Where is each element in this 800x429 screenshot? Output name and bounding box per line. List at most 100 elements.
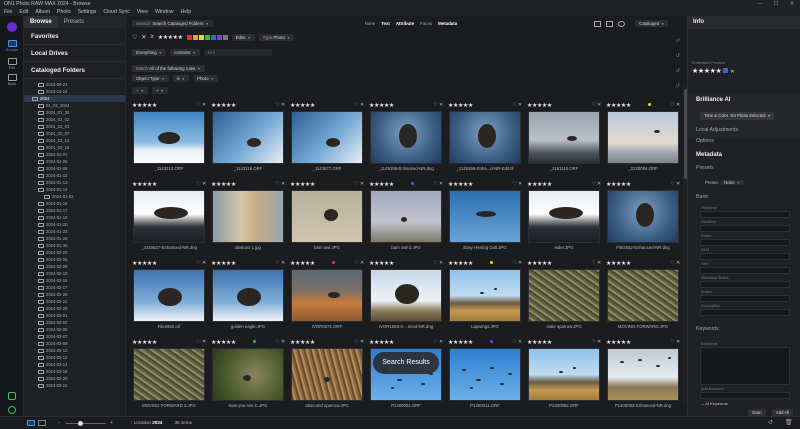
folder-tree-item[interactable]: › 2024-03-14 (24, 361, 125, 368)
folder-tree-item[interactable]: › 2024-03-01 (24, 312, 125, 319)
rating-filter[interactable]: ★★★★★ (158, 34, 183, 41)
edits-filter[interactable]: Edits ▼ (231, 33, 255, 41)
thumbnail-rating[interactable]: ★★★★★ (211, 260, 236, 267)
folder-tree-item[interactable]: › 2024_02_03 (24, 123, 125, 130)
text-scope-select[interactable]: Everything ▼ (132, 48, 167, 56)
folder-tree-item[interactable]: › 2024_02_02 (24, 116, 125, 123)
photo-image[interactable] (449, 111, 521, 164)
photo-thumbnail-cell[interactable]: ★★★★★ ♡ ✕ IVOR0571.ORF (288, 259, 366, 338)
maximize-icon[interactable]: ☐ (768, 0, 784, 8)
like-reject-icons[interactable]: ♡ ✕ (512, 340, 522, 345)
folder-tree-item[interactable]: › 2024-01-15 (24, 200, 125, 207)
photo-thumbnail-cell[interactable]: ★★★★★ ♡ ✕ MOVING FORWARD.JPG (604, 259, 682, 338)
folder-tree-item[interactable]: › 2024-02-28 (24, 305, 125, 312)
folder-tree-item[interactable]: › 2024-03-22 (24, 382, 125, 389)
menu-cloud-sync[interactable]: Cloud Sync (103, 8, 130, 16)
photo-image[interactable] (133, 348, 205, 401)
like-reject-icons[interactable]: ♡ ✕ (354, 182, 364, 187)
like-reject-icons[interactable]: ♡ ✕ (433, 261, 443, 266)
folder-tree-item[interactable]: › 2024-01-17 (24, 207, 125, 214)
photo-image[interactable] (528, 269, 600, 322)
preset-select[interactable]: None ▼ (720, 180, 744, 185)
sync-icon[interactable] (8, 392, 16, 400)
photo-image[interactable] (607, 190, 679, 243)
folder-tree-item[interactable]: › 2024-01-05 (24, 158, 125, 165)
folder-icon[interactable] (606, 20, 614, 27)
folder-tree-item[interactable]: › 2024-01-20 (24, 221, 125, 228)
heart-icon[interactable]: ♡ (132, 34, 137, 41)
folder-tree-item[interactable]: › 2024-03-02 (24, 319, 125, 326)
folder-tree-item[interactable]: › 2024-02-20 (24, 291, 125, 298)
folder-tree-item[interactable]: › 2024-01-28 (24, 235, 125, 242)
menu-album[interactable]: Album (35, 8, 50, 16)
photo-image[interactable] (212, 348, 284, 401)
account-icon[interactable] (8, 406, 16, 414)
thumbnail-rating[interactable]: ★★★★★ (290, 181, 315, 188)
like-reject-icons[interactable]: ♡ ✕ (591, 103, 601, 108)
tone-color-dropdown[interactable]: Tone & Color No Photo Selected ▼ (700, 112, 775, 120)
folder-tree-item[interactable]: › 2024-02-17 (24, 284, 125, 291)
thumbnail-rating[interactable]: ★★★★★ (527, 181, 552, 188)
folder-tree-item[interactable]: › 2024-02-22 (24, 298, 125, 305)
photo-image[interactable] (449, 348, 521, 401)
rule-operator-select[interactable]: is ▼ (172, 75, 190, 82)
folder-tree-item[interactable]: › 2024-03-07 (24, 333, 125, 340)
like-reject-icons[interactable]: ♡ ✕ (433, 340, 443, 345)
match-select[interactable]: Match All of the following rules ▼ (132, 65, 205, 72)
folder-tree-item[interactable]: › 2024-02-06 (24, 256, 125, 263)
photo-thumbnail-cell[interactable]: ★★★★★ ♡ ✕ _1143877.ORF (288, 101, 366, 180)
reset-icon[interactable]: ↺ (676, 79, 680, 94)
like-reject-icons[interactable]: ♡ ✕ (512, 261, 522, 266)
like-reject-icons[interactable]: ♡ ✕ (196, 340, 206, 345)
thumbnail-rating[interactable]: ★★★★★ (606, 339, 631, 346)
close-icon[interactable]: ✕ (784, 0, 800, 8)
thumbnail-rating[interactable]: ★★★★★ (132, 339, 157, 346)
like-reject-icons[interactable]: ♡ ✕ (670, 182, 680, 187)
photo-image[interactable] (212, 111, 284, 164)
photo-thumbnail-cell[interactable]: ★★★★★ ♡ ✕ _2181110.ORF (525, 101, 603, 180)
photo-thumbnail-cell[interactable]: ★★★★★ ♡ ✕ P1300063-Enhanced-NR.dng (604, 338, 682, 416)
like-reject-icons[interactable]: ♡ ✕ (275, 103, 285, 108)
like-reject-icons[interactable]: ♡ ✕ (196, 182, 206, 187)
like-reject-icons[interactable]: ♡ ✕ (354, 340, 364, 345)
folder-tree-item[interactable]: › 2024-01-18 (24, 214, 125, 221)
grid-view-icon[interactable] (27, 420, 35, 426)
search-results-badge[interactable]: Search Results (373, 352, 439, 374)
folder-tree-item[interactable]: › 2024-02-08 (24, 263, 125, 270)
like-reject-icons[interactable]: ♡ ✕ (275, 182, 285, 187)
thumbnail-rating[interactable]: ★★★★★ (369, 339, 394, 346)
section-favorites[interactable]: Favorites (24, 28, 125, 45)
keywords-title[interactable]: Keywords (688, 326, 719, 332)
photo-thumbnail-cell[interactable]: ★★★★★ ♡ ✕ golden eagle.JPG (209, 259, 287, 338)
reset-icon[interactable]: ↺ (676, 34, 680, 49)
metadata-field-input[interactable] (700, 239, 790, 246)
menu-view[interactable]: View (137, 8, 148, 16)
like-reject-icons[interactable]: ♡ ✕ (670, 103, 680, 108)
rating-operator[interactable]: ≥ (150, 34, 153, 40)
local-adjustments-title[interactable]: Local Adjustments (688, 127, 738, 133)
folder-tree-item[interactable]: › 2024-03-12 (24, 354, 125, 361)
options-title[interactable]: Options (688, 138, 714, 144)
folder-tree-item[interactable]: › 2024-01-01 (24, 151, 125, 158)
like-reject-icons[interactable]: ♡ ✕ (591, 340, 601, 345)
metadata-title[interactable]: Metadata (688, 152, 722, 158)
add-rule-button[interactable]: + ▼ (151, 87, 168, 94)
photo-thumbnail-cell[interactable]: ★★★★★ ♡ ✕ P1300062.ORF (525, 338, 603, 416)
delete-icon[interactable]: 🗑 (785, 419, 793, 426)
folder-tree-item[interactable]: ⌄ 2024 (24, 95, 125, 102)
thumbnail-rating[interactable]: ★★★★★ (606, 181, 631, 188)
zoom-out-icon[interactable]: − (58, 420, 61, 426)
thumbnail-rating[interactable]: ★★★★★ (132, 260, 157, 267)
metadata-field-input[interactable] (700, 211, 790, 218)
preview-rating[interactable]: ★★★★★ ✕ (692, 67, 735, 75)
photo-image[interactable] (370, 269, 442, 322)
thumbnail-rating[interactable]: ★★★★★ (211, 181, 236, 188)
folder-tree-item[interactable]: › 2024-01-23 (24, 228, 125, 235)
folder-tree-item[interactable]: › 2024-01-02 (24, 193, 125, 200)
photo-image[interactable] (291, 190, 363, 243)
photo-thumbnail-cell[interactable]: ★★★★★ ♡ ✕ _1149159-Enhanced-NR.dng (367, 101, 445, 180)
folder-tree-item[interactable]: › 2024-01-30 (24, 242, 125, 249)
folder-tree-item[interactable]: › 2024-03-05 (24, 326, 125, 333)
like-reject-icons[interactable]: ♡ ✕ (275, 261, 285, 266)
folder-tree-item[interactable]: › 2024-03-18 (24, 368, 125, 375)
